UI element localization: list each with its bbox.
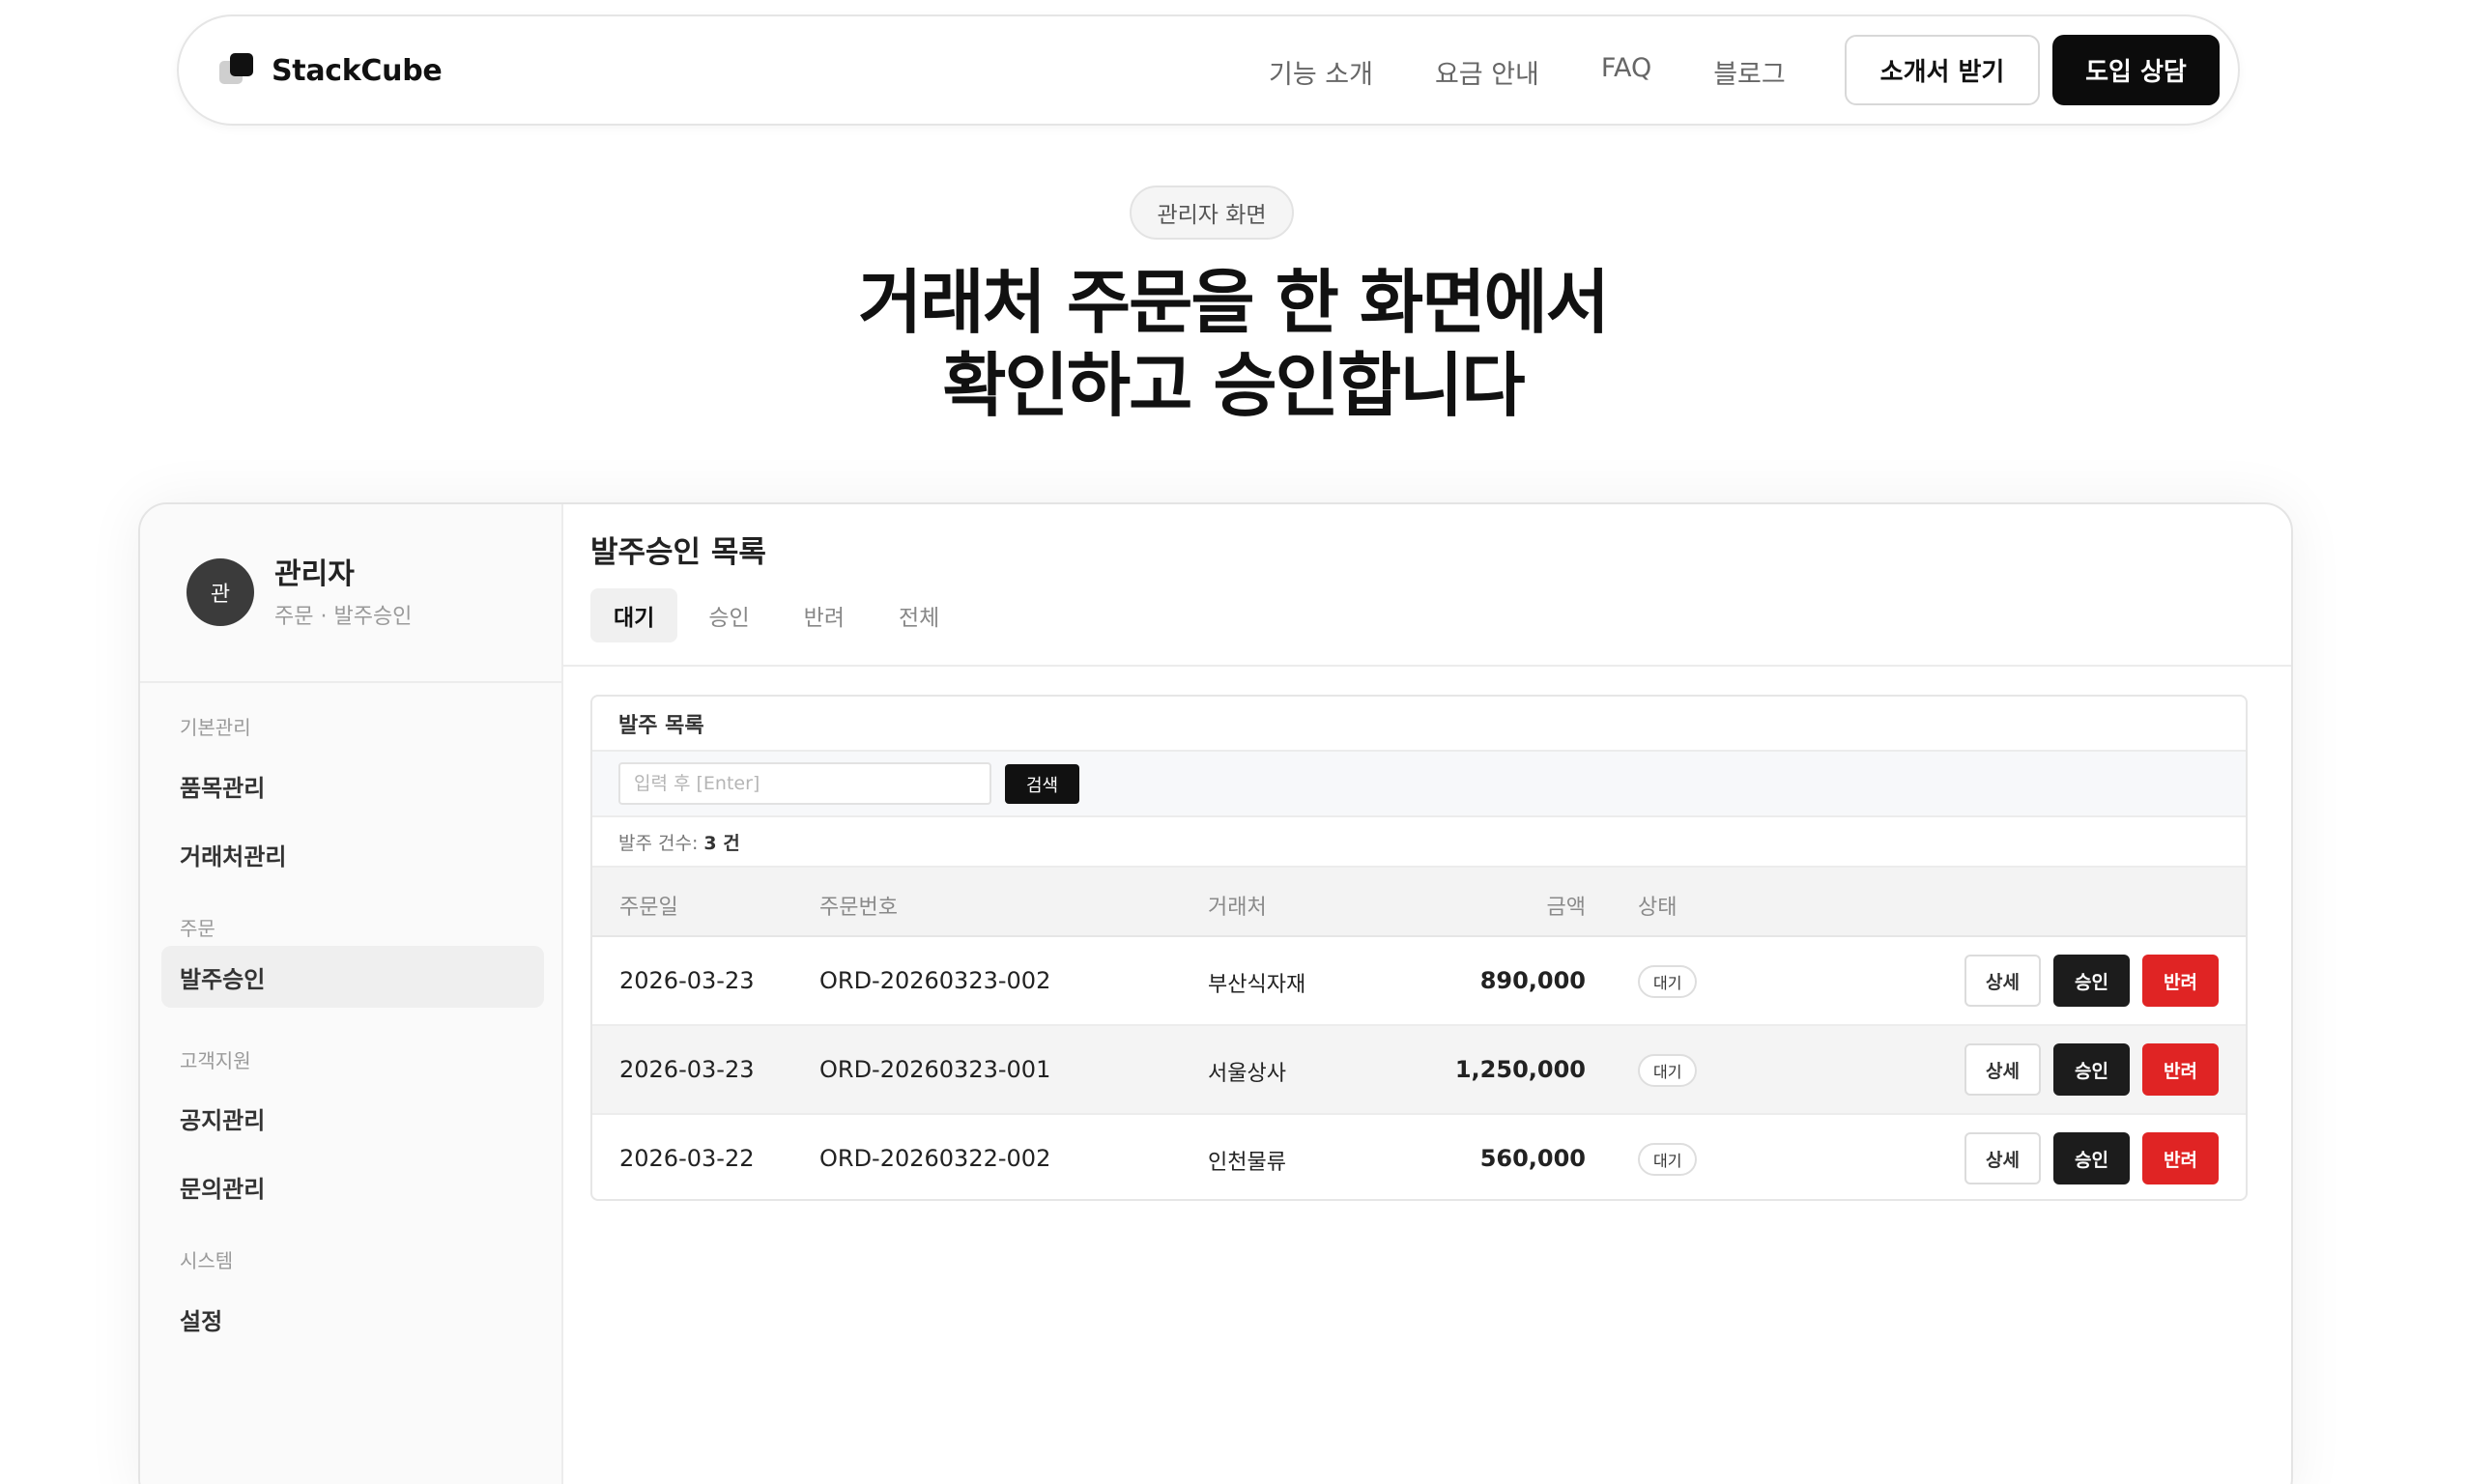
sidebar-item-label: 발주승인 (180, 965, 266, 993)
order-number: ORD-20260322-002 (819, 1145, 1051, 1172)
nav-link-features[interactable]: 기능 소개 (1269, 53, 1373, 91)
order-date: 2026-03-23 (619, 1056, 755, 1083)
tab-pending[interactable]: 대기 (590, 588, 678, 642)
row-actions: 상세 승인 반려 (1964, 1043, 2219, 1096)
main-content: 발주승인 목록 대기 승인 반려 전체 발주 목록 검색 발주 건수: 3 건 … (563, 504, 2291, 1484)
order-number: ORD-20260323-002 (819, 967, 1051, 994)
sidebar-item-order-approval[interactable]: 발주승인 (161, 946, 544, 1008)
tab-approved[interactable]: 승인 (685, 588, 772, 642)
status-badge: 대기 (1638, 965, 1698, 998)
table-header: 주문일 주문번호 거래처 금액 상태 (592, 868, 2246, 937)
status-badge: 대기 (1638, 1143, 1698, 1176)
search-button[interactable]: 검색 (1005, 764, 1079, 804)
sidebar-group-support: 고객지원 (180, 1049, 251, 1072)
order-number: ORD-20260323-001 (819, 1056, 1051, 1083)
status-badge: 대기 (1638, 1054, 1698, 1087)
table-row: 2026-03-22 ORD-20260322-002 인천물류 560,000… (592, 1115, 2246, 1199)
approve-button[interactable]: 승인 (2053, 1043, 2130, 1096)
order-date: 2026-03-22 (619, 1145, 755, 1172)
row-actions: 상세 승인 반려 (1964, 1132, 2219, 1184)
top-navigation: StackCube 기능 소개 요금 안내 FAQ 블로그 소개서 받기 도입 … (177, 14, 2240, 126)
nav-link-blog[interactable]: 블로그 (1713, 53, 1786, 91)
sidebar-item-notices[interactable]: 공지관리 (180, 1101, 265, 1135)
avatar: 관 (186, 558, 254, 626)
order-count-label: 발주 건수: (618, 832, 699, 854)
divider (563, 665, 2291, 667)
nav-link-faq[interactable]: FAQ (1601, 53, 1651, 91)
hero-title-line2: 확인하고 승인합니다 (942, 345, 1525, 426)
sidebar-group-basic: 기본관리 (180, 716, 251, 739)
hero-title: 거래처 주문을 한 화면에서 확인하고 승인합니다 (0, 261, 2466, 427)
column-header-status: 상태 (1638, 896, 1677, 920)
detail-button[interactable]: 상세 (1964, 1043, 2041, 1096)
search-bar: 검색 (592, 752, 2246, 817)
detail-button[interactable]: 상세 (1964, 1132, 2041, 1184)
row-actions: 상세 승인 반려 (1964, 955, 2219, 1007)
status-tabs: 대기 승인 반려 전체 (590, 588, 970, 642)
order-amount: 560,000 (1479, 1145, 1586, 1172)
order-count: 발주 건수: 3 건 (592, 817, 2246, 868)
table-row: 2026-03-23 ORD-20260323-002 부산식자재 890,00… (592, 937, 2246, 1026)
column-header-date: 주문일 (619, 896, 678, 920)
order-list-panel: 발주 목록 검색 발주 건수: 3 건 주문일 주문번호 거래처 금액 상태 2… (590, 695, 2248, 1201)
approve-button[interactable]: 승인 (2053, 955, 2130, 1007)
brand[interactable]: StackCube (219, 53, 443, 88)
sidebar-item-settings[interactable]: 설정 (180, 1302, 222, 1336)
table-row: 2026-03-23 ORD-20260323-001 서울상사 1,250,0… (592, 1026, 2246, 1115)
admin-screen-mockup: 관 관리자 주문 · 발주승인 기본관리 품목관리 거래처관리 주문 발주승인 … (138, 502, 2293, 1484)
reject-button[interactable]: 반려 (2142, 1043, 2219, 1096)
vendor-name: 서울상사 (1208, 1062, 1286, 1086)
column-header-amount: 금액 (1546, 896, 1586, 920)
order-amount: 1,250,000 (1454, 1056, 1586, 1083)
vendor-name: 부산식자재 (1208, 973, 1306, 997)
approve-button[interactable]: 승인 (2053, 1132, 2130, 1184)
profile-role: 주문 · 발주승인 (274, 605, 413, 629)
sidebar-item-vendors[interactable]: 거래처관리 (180, 838, 286, 871)
search-input[interactable] (618, 762, 991, 805)
column-header-order-number: 주문번호 (819, 896, 898, 920)
tab-all[interactable]: 전체 (875, 588, 962, 642)
sidebar-group-order: 주문 (180, 917, 215, 940)
profile-name: 관리자 (274, 557, 355, 591)
panel-title: 발주 목록 (592, 697, 2246, 752)
cube-logo-icon (219, 53, 254, 88)
tab-rejected[interactable]: 반려 (781, 588, 868, 642)
nav-link-pricing[interactable]: 요금 안내 (1435, 53, 1539, 91)
order-date: 2026-03-23 (619, 967, 755, 994)
sidebar-item-items[interactable]: 품목관리 (180, 769, 265, 803)
page-title: 발주승인 목록 (590, 535, 766, 570)
order-amount: 890,000 (1479, 967, 1586, 994)
get-brochure-button[interactable]: 소개서 받기 (1845, 35, 2040, 105)
sidebar: 관 관리자 주문 · 발주승인 기본관리 품목관리 거래처관리 주문 발주승인 … (140, 504, 563, 1484)
brand-name: StackCube (272, 53, 443, 88)
sidebar-group-system: 시스템 (180, 1249, 234, 1272)
order-count-value: 3 건 (703, 832, 740, 854)
hero-badge: 관리자 화면 (1130, 186, 1294, 240)
reject-button[interactable]: 반려 (2142, 1132, 2219, 1184)
profile-card: 관 관리자 주문 · 발주승인 (140, 504, 561, 683)
sidebar-item-inquiries[interactable]: 문의관리 (180, 1170, 265, 1204)
reject-button[interactable]: 반려 (2142, 955, 2219, 1007)
hero-title-line1: 거래처 주문을 한 화면에서 (858, 262, 1610, 343)
detail-button[interactable]: 상세 (1964, 955, 2041, 1007)
column-header-vendor: 거래처 (1208, 896, 1267, 920)
vendor-name: 인천물류 (1208, 1151, 1286, 1175)
consultation-button[interactable]: 도입 상담 (2052, 35, 2220, 105)
nav-menu: 기능 소개 요금 안내 FAQ 블로그 (1269, 53, 1786, 91)
